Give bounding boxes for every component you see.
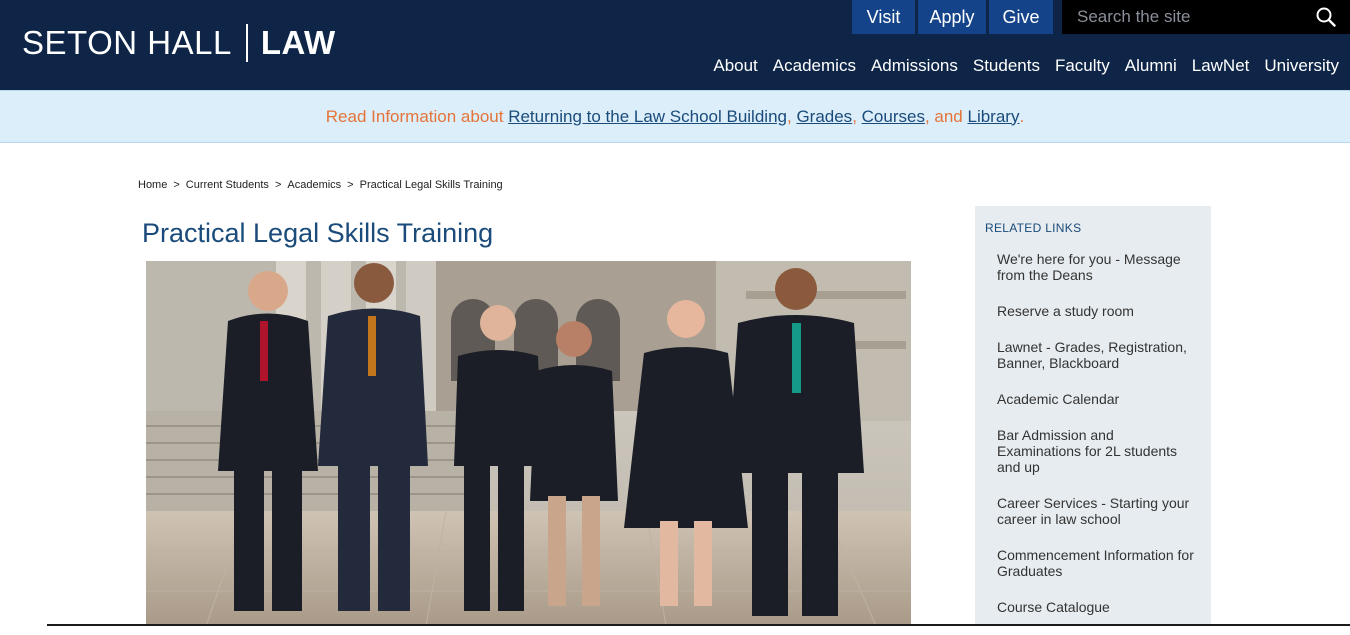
search-input[interactable] bbox=[1062, 0, 1312, 34]
alert-link-courses[interactable]: Courses bbox=[862, 107, 925, 127]
breadcrumb-academics[interactable]: Academics bbox=[287, 179, 341, 191]
top-action-buttons: Visit Apply Give bbox=[852, 0, 1056, 34]
nav-about[interactable]: About bbox=[713, 56, 757, 76]
breadcrumb-home[interactable]: Home bbox=[138, 179, 167, 191]
logo-school-text: SETON HALL bbox=[22, 24, 232, 61]
nav-alumni[interactable]: Alumni bbox=[1125, 56, 1177, 76]
related-link-bar-admission[interactable]: Bar Admission and Examinations for 2L st… bbox=[997, 427, 1197, 475]
alert-separator: , bbox=[852, 106, 862, 126]
nav-students[interactable]: Students bbox=[973, 56, 1040, 76]
related-link-lawnet[interactable]: Lawnet - Grades, Registration, Banner, B… bbox=[997, 339, 1197, 371]
site-header: SETON HALL LAW Visit Apply Give About Ac… bbox=[0, 0, 1350, 90]
related-link-message-from-deans[interactable]: We're here for you - Message from the De… bbox=[997, 251, 1197, 283]
breadcrumb-separator: > bbox=[173, 179, 180, 191]
alert-prefix: Read Information about bbox=[325, 106, 509, 126]
related-link-course-catalogue[interactable]: Course Catalogue bbox=[997, 599, 1197, 615]
nav-lawnet[interactable]: LawNet bbox=[1192, 56, 1250, 76]
logo-divider bbox=[245, 24, 248, 62]
logo-law-text: LAW bbox=[260, 24, 336, 61]
related-link-career-services[interactable]: Career Services - Starting your career i… bbox=[997, 495, 1197, 527]
page-title: Practical Legal Skills Training bbox=[142, 218, 494, 248]
visit-button[interactable]: Visit bbox=[852, 0, 915, 34]
nav-faculty[interactable]: Faculty bbox=[1055, 56, 1110, 76]
related-links-heading: RELATED LINKS bbox=[985, 221, 1082, 235]
main-navigation: About Academics Admissions Students Facu… bbox=[698, 56, 1339, 76]
nav-university[interactable]: University bbox=[1264, 56, 1339, 76]
breadcrumb: Home > Current Students > Academics > Pr… bbox=[138, 179, 503, 191]
alert-banner: Read Information about Returning to the … bbox=[0, 90, 1350, 143]
apply-button[interactable]: Apply bbox=[918, 0, 986, 34]
related-link-academic-calendar[interactable]: Academic Calendar bbox=[997, 391, 1197, 407]
alert-separator: , and bbox=[924, 106, 968, 126]
breadcrumb-current-page: Practical Legal Skills Training bbox=[359, 179, 503, 191]
site-search bbox=[1062, 0, 1350, 34]
nav-academics[interactable]: Academics bbox=[773, 56, 856, 76]
related-links-list: We're here for you - Message from the De… bbox=[997, 251, 1197, 635]
related-link-commencement[interactable]: Commencement Information for Graduates bbox=[997, 547, 1197, 579]
alert-link-returning[interactable]: Returning to the Law School Building bbox=[508, 107, 787, 127]
alert-separator: , bbox=[786, 106, 797, 126]
seton-hall-law-logo[interactable]: SETON HALL LAW bbox=[22, 22, 336, 64]
give-button[interactable]: Give bbox=[989, 0, 1053, 34]
alert-link-library[interactable]: Library bbox=[968, 107, 1020, 127]
breadcrumb-current-students[interactable]: Current Students bbox=[186, 179, 269, 191]
hero-photo bbox=[146, 261, 911, 626]
alert-link-grades[interactable]: Grades bbox=[796, 107, 852, 127]
search-icon[interactable] bbox=[1316, 7, 1336, 27]
students-walking-photo bbox=[146, 261, 911, 626]
breadcrumb-separator: > bbox=[347, 179, 354, 191]
related-links-sidebar: RELATED LINKS We're here for you - Messa… bbox=[975, 206, 1211, 626]
nav-admissions[interactable]: Admissions bbox=[871, 56, 958, 76]
related-link-reserve-study-room[interactable]: Reserve a study room bbox=[997, 303, 1197, 319]
alert-suffix: . bbox=[1019, 106, 1025, 126]
breadcrumb-separator: > bbox=[274, 179, 282, 191]
